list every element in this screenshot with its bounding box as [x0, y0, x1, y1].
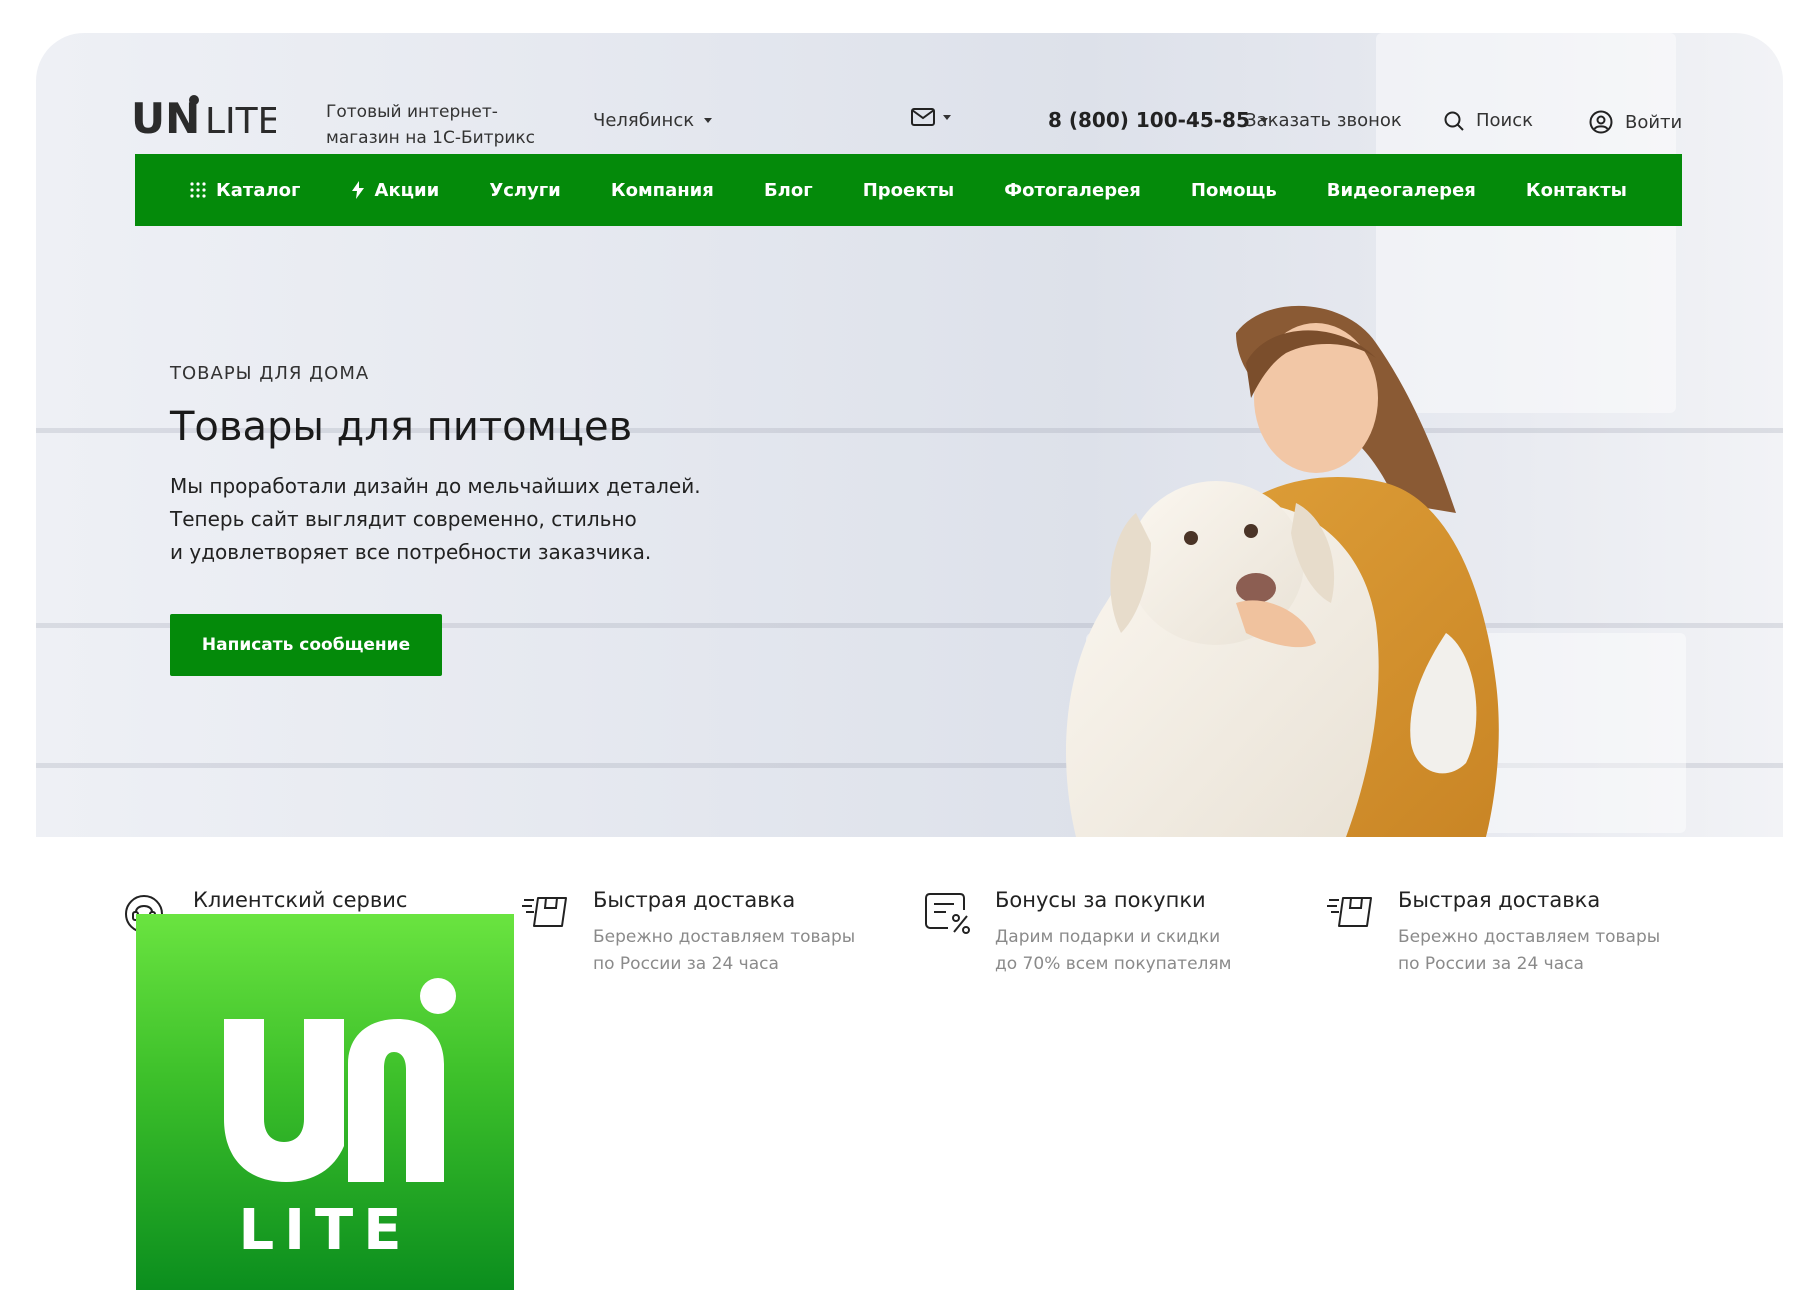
- hero-description-line: и удовлетворяет все потребности заказчик…: [170, 540, 652, 564]
- feature-description: Дарим подарки и скидки до 70% всем покуп…: [995, 924, 1295, 978]
- nav-item-catalog[interactable]: Каталог: [190, 180, 300, 201]
- user-icon: [1589, 110, 1613, 134]
- delivery-icon: [1327, 897, 1372, 927]
- chevron-down-icon: [704, 118, 713, 123]
- hero-photo-woman-with-dog: [1066, 305, 1499, 837]
- site-header: UN LITE Готовый интернет-магазин на 1С-Б…: [131, 63, 1682, 148]
- lightning-icon: [351, 181, 364, 199]
- feature-title: Быстрая доставка: [1398, 888, 1601, 912]
- phone-number: 8 (800) 100-45-85: [1048, 108, 1250, 132]
- hero-title: Товары для питомцев: [170, 404, 633, 450]
- feature-title: Клиентский сервис: [193, 888, 408, 912]
- search-icon: [1444, 111, 1464, 131]
- hero-description: Мы проработали дизайн до мельчайших дета…: [170, 470, 770, 569]
- feature-description-line: до 70% всем покупателям: [995, 954, 1232, 974]
- mail-dropdown[interactable]: [911, 108, 951, 126]
- nav-item-company[interactable]: Компания: [611, 180, 714, 201]
- feature-description-line: по России за 24 часа: [593, 954, 779, 974]
- city-selector[interactable]: Челябинск: [593, 110, 713, 131]
- nav-item-help[interactable]: Помощь: [1191, 180, 1277, 201]
- hero-description-line: Мы проработали дизайн до мельчайших дета…: [170, 474, 701, 498]
- mail-icon: [911, 108, 935, 126]
- hero-content: ТОВАРЫ ДЛЯ ДОМА Товары для питомцев Мы п…: [170, 363, 770, 676]
- svg-text:LITE: LITE: [205, 101, 276, 137]
- chevron-down-icon: [943, 114, 951, 120]
- uni-lite-logo: LITE: [224, 978, 456, 1263]
- feature-description-line: Бережно доставляем товары: [1398, 927, 1661, 947]
- feature-description-line: Дарим подарки и скидки: [995, 927, 1221, 947]
- site-logo[interactable]: UN LITE: [131, 93, 276, 137]
- hero-description-line: Теперь сайт выглядит современно, стильно: [170, 507, 637, 531]
- brand-logo-tile: LITE: [136, 914, 514, 1290]
- feature-title: Быстрая доставка: [593, 888, 796, 912]
- feature-title: Бонусы за покупки: [995, 888, 1206, 912]
- feature-description: Бережно доставляем товары по России за 2…: [593, 924, 893, 978]
- search-label: Поиск: [1476, 110, 1534, 131]
- site-tagline: Готовый интернет-магазин на 1С-Битрикс: [326, 102, 536, 148]
- nav-item-promotions[interactable]: Акции: [351, 179, 440, 201]
- delivery-icon: [522, 897, 567, 927]
- callback-link[interactable]: Заказать звонок: [1245, 110, 1402, 131]
- hero-eyebrow: ТОВАРЫ ДЛЯ ДОМА: [170, 363, 370, 384]
- nav-item-label: Акции: [374, 179, 440, 201]
- city-label: Челябинск: [593, 110, 695, 131]
- login-button[interactable]: Войти: [1589, 110, 1682, 134]
- feature-description: Бережно доставляем товары по России за 2…: [1398, 924, 1698, 978]
- grid-icon: [190, 182, 206, 198]
- nav-item-label: Каталог: [216, 179, 301, 201]
- nav-item-photo-gallery[interactable]: Фотогалерея: [1004, 180, 1141, 201]
- phone-dropdown[interactable]: 8 (800) 100-45-85: [1048, 108, 1268, 132]
- nav-item-projects[interactable]: Проекты: [863, 180, 954, 201]
- login-label: Войти: [1625, 111, 1683, 133]
- nav-item-services[interactable]: Услуги: [489, 180, 560, 201]
- nav-item-contacts[interactable]: Контакты: [1526, 180, 1627, 201]
- svg-text:LITE: LITE: [239, 1198, 412, 1263]
- bonus-icon: [925, 893, 970, 934]
- nav-item-blog[interactable]: Блог: [764, 180, 813, 201]
- write-message-button[interactable]: Написать сообщение: [170, 614, 442, 676]
- feature-description-line: по России за 24 часа: [1398, 954, 1584, 974]
- nav-item-video-gallery[interactable]: Видеогалерея: [1327, 180, 1476, 201]
- search-button[interactable]: Поиск: [1444, 110, 1533, 131]
- feature-description-line: Бережно доставляем товары: [593, 927, 856, 947]
- main-navigation: Каталог Акции Услуги Компания Блог Проек…: [135, 154, 1682, 226]
